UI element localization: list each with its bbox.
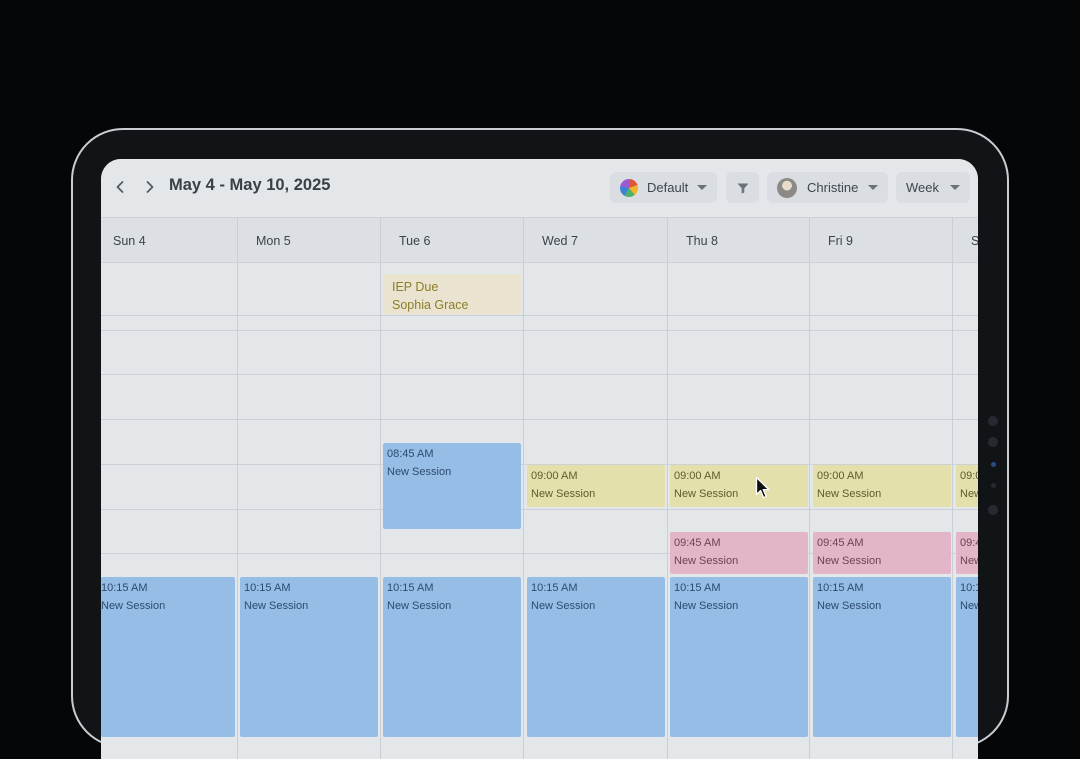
day-header-tue[interactable]: Tue 6	[399, 234, 431, 248]
event-label: New Session	[674, 600, 739, 612]
event-time: 09:45 AM	[674, 537, 721, 549]
day-header-row: Sun 4 Mon 5 Tue 6 Wed 7 Thu 8 Fri 9 S	[101, 217, 978, 263]
event-label: New Session	[531, 600, 596, 612]
event-time: 10:15 AM	[101, 582, 148, 594]
event-label: New Session	[817, 555, 882, 567]
day-header-mon[interactable]: Mon 5	[256, 234, 291, 248]
date-range-title: May 4 - May 10, 2025	[169, 176, 331, 194]
event-session[interactable]: 10:1 New	[956, 577, 978, 737]
day-header-fri[interactable]: Fri 9	[828, 234, 853, 248]
event-label: New Session	[817, 488, 882, 500]
user-dropdown[interactable]: Christine	[767, 172, 888, 203]
grid-line	[380, 217, 381, 759]
color-scheme-label: Default	[647, 180, 689, 195]
user-label: Christine	[807, 180, 859, 195]
event-time: 10:15 AM	[817, 582, 864, 594]
day-header-wed[interactable]: Wed 7	[542, 234, 578, 248]
event-session[interactable]: 09:4 New	[956, 532, 978, 574]
grid-line	[101, 374, 978, 375]
color-scheme-dropdown[interactable]: Default	[610, 172, 717, 203]
day-header-thu[interactable]: Thu 8	[686, 234, 718, 248]
event-student: Sophia Grace	[392, 298, 469, 312]
event-iep-due[interactable]: IEP Due Sophia Grace	[383, 274, 521, 314]
event-time: 10:15 AM	[244, 582, 291, 594]
event-label: New Session	[531, 488, 596, 500]
event-time: 09:4	[960, 537, 978, 549]
event-label: New Session	[674, 555, 739, 567]
day-header-sat[interactable]: S	[971, 234, 978, 248]
side-button	[988, 437, 998, 447]
event-title: IEP Due	[392, 280, 439, 294]
grid-line	[667, 217, 668, 759]
event-time: 08:45 AM	[387, 448, 434, 460]
filter-icon	[737, 183, 748, 193]
event-session[interactable]: 09:00 AM New Session	[527, 465, 665, 507]
event-session[interactable]: 10:15 AM New Session	[527, 577, 665, 737]
side-button	[988, 416, 998, 426]
event-time: 09:00 AM	[817, 470, 864, 482]
grid-line	[523, 217, 524, 759]
event-label: New Session	[244, 600, 309, 612]
caret-down-icon	[868, 185, 878, 190]
grid-line	[809, 217, 810, 759]
mouse-cursor-icon	[755, 476, 770, 499]
event-time: 09:45 AM	[817, 537, 864, 549]
view-dropdown[interactable]: Week	[896, 172, 970, 203]
event-time: 10:15 AM	[674, 582, 721, 594]
grid-line	[952, 217, 953, 759]
side-button	[988, 505, 998, 515]
event-time: 10:15 AM	[387, 582, 434, 594]
event-session[interactable]: 10:15 AM New Session	[101, 577, 235, 737]
event-session[interactable]: 10:15 AM New Session	[240, 577, 378, 737]
event-time: 10:15 AM	[531, 582, 578, 594]
grid-line	[101, 509, 978, 510]
day-header-sun[interactable]: Sun 4	[113, 234, 146, 248]
event-label: New Session	[817, 600, 882, 612]
event-label: New Session	[101, 600, 166, 612]
event-label: New Session	[387, 600, 452, 612]
side-indicator	[991, 462, 996, 467]
chevron-right-icon[interactable]	[139, 176, 161, 198]
grid-line	[101, 330, 978, 331]
event-label: New	[960, 555, 978, 567]
view-label: Week	[906, 180, 939, 195]
grid-line	[101, 315, 978, 316]
event-time: 09:0	[960, 470, 978, 482]
event-session[interactable]: 09:45 AM New Session	[670, 532, 808, 574]
event-session[interactable]: 09:00 AM New Session	[813, 465, 951, 507]
caret-down-icon	[697, 185, 707, 190]
event-label: New	[960, 488, 978, 500]
event-label: New Session	[387, 466, 452, 478]
event-session[interactable]: 09:0 New	[956, 465, 978, 507]
event-label: New Session	[674, 488, 739, 500]
event-session[interactable]: 10:15 AM New Session	[670, 577, 808, 737]
event-time: 10:1	[960, 582, 978, 594]
event-session[interactable]: 09:45 AM New Session	[813, 532, 951, 574]
grid-line	[101, 419, 978, 420]
chevron-left-icon[interactable]	[109, 176, 131, 198]
event-session[interactable]: 10:15 AM New Session	[383, 577, 521, 737]
calendar-toolbar: May 4 - May 10, 2025 Default Christine W…	[101, 159, 978, 217]
filter-button[interactable]	[726, 172, 759, 203]
color-wheel-icon	[620, 178, 638, 197]
grid-line	[237, 217, 238, 759]
event-session[interactable]: 10:15 AM New Session	[813, 577, 951, 737]
event-time: 09:00 AM	[531, 470, 578, 482]
calendar-app: May 4 - May 10, 2025 Default Christine W…	[101, 159, 978, 759]
side-indicator	[991, 483, 996, 488]
event-session[interactable]: 08:45 AM New Session	[383, 443, 521, 529]
avatar	[777, 177, 797, 198]
event-session[interactable]: 09:00 AM New Session	[670, 465, 808, 507]
event-label: New	[960, 600, 978, 612]
caret-down-icon	[950, 185, 960, 190]
event-time: 09:00 AM	[674, 470, 721, 482]
